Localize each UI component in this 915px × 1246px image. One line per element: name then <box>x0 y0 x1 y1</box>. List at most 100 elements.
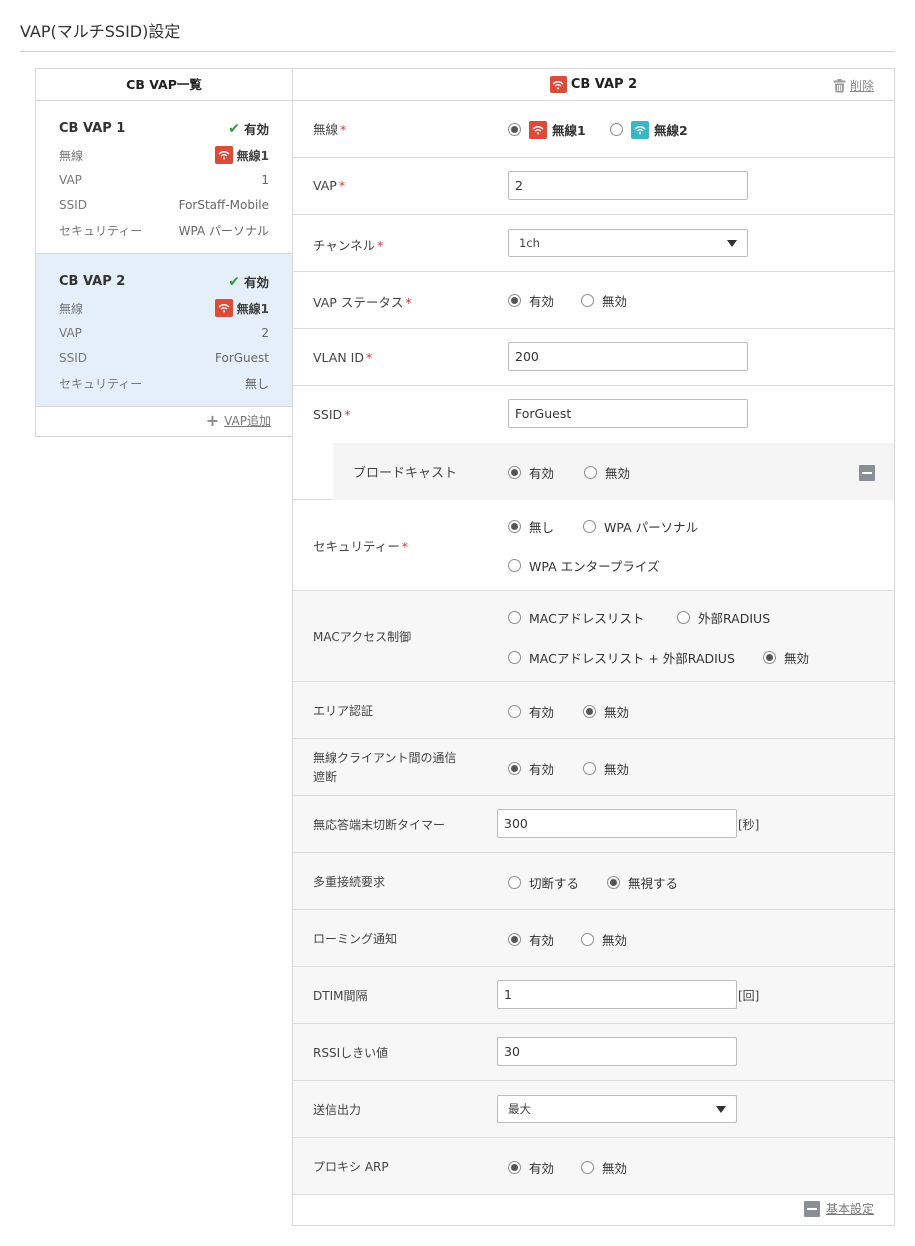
wifi-icon <box>214 299 233 317</box>
field-label: VAP * <box>313 178 346 193</box>
radio-option-security-none[interactable]: 無し <box>508 517 554 536</box>
radio-button[interactable] <box>677 611 690 624</box>
radio-label: 無線 <box>59 301 84 316</box>
radio-option-disabled[interactable]: 無効 <box>583 702 629 721</box>
radio-button[interactable] <box>583 705 596 718</box>
radio-button[interactable] <box>508 1161 521 1174</box>
ssid-input[interactable]: ForGuest <box>508 399 748 428</box>
vap-label: VAP <box>59 173 82 187</box>
radio-option-radio2[interactable]: 無線2 <box>610 120 688 139</box>
status-badge: ✔ 有効 <box>228 119 269 138</box>
radio-button[interactable] <box>584 466 597 479</box>
timer-input[interactable]: 300 <box>497 809 737 838</box>
field-label: VAP ステータス * <box>313 295 412 310</box>
vap-list-header: CB VAP一覧 <box>36 69 292 101</box>
radio-option-disabled[interactable]: 無効 <box>581 930 627 949</box>
radio-value: 無線1 <box>214 299 269 317</box>
radio-option-mac-radius[interactable]: 外部RADIUS <box>677 608 770 627</box>
radio-value-text: 無線1 <box>236 301 269 316</box>
radio-button[interactable] <box>581 294 594 307</box>
form-row-vap: VAP * 2 <box>293 158 894 215</box>
status-badge: ✔ 有効 <box>228 272 269 291</box>
tx-power-select[interactable]: 最大 <box>497 1095 737 1123</box>
vap-value: 1 <box>261 173 269 187</box>
dtim-input[interactable]: 1 <box>497 980 737 1009</box>
radio-button[interactable] <box>581 1161 594 1174</box>
radio-button[interactable] <box>508 611 521 624</box>
radio-option-disabled[interactable]: 無効 <box>581 291 627 310</box>
form-row-vlan: VLAN ID * 200 <box>293 329 894 386</box>
field-label: RSSIしきい値 <box>313 1046 389 1060</box>
radio-option-disabled[interactable]: 無効 <box>581 1158 627 1177</box>
form-row-vap-status: VAP ステータス * 有効 無効 <box>293 272 894 329</box>
radio-option-enabled[interactable]: 有効 <box>508 759 554 778</box>
add-vap-button[interactable]: + VAP追加 <box>206 412 271 429</box>
radio-option-enabled[interactable]: 有効 <box>508 930 554 949</box>
radio-option-disabled[interactable]: 無効 <box>584 463 630 482</box>
vap-item-name: CB VAP 1 <box>59 121 126 136</box>
radio-button[interactable] <box>583 520 596 533</box>
basic-settings-toggle[interactable]: 基本設定 <box>803 1200 874 1217</box>
radio-button[interactable] <box>508 876 521 889</box>
vap-input[interactable]: 2 <box>508 171 748 200</box>
field-label: 多重接続要求 <box>313 875 386 889</box>
timer-unit: [秒] <box>738 818 760 832</box>
tx-power-value: 最大 <box>508 1102 531 1116</box>
vap-label: VAP <box>59 326 82 340</box>
radio-option-enabled[interactable]: 有効 <box>508 702 554 721</box>
caret-down-icon <box>716 1106 726 1113</box>
wifi-icon <box>631 120 649 139</box>
radio-option-enabled[interactable]: 有効 <box>508 291 554 310</box>
radio-button[interactable] <box>610 123 623 136</box>
trash-icon <box>833 78 846 92</box>
collapse-icon[interactable] <box>859 465 875 481</box>
radio-button[interactable] <box>508 559 521 572</box>
radio-option-security-wpa-personal[interactable]: WPA パーソナル <box>583 517 698 536</box>
delete-button[interactable]: 削除 <box>833 77 874 94</box>
radio-button[interactable] <box>508 294 521 307</box>
radio-button[interactable] <box>508 651 521 664</box>
radio-option-mac-list-radius[interactable]: MACアドレスリスト + 外部RADIUS <box>508 648 735 667</box>
field-label: VLAN ID * <box>313 350 373 365</box>
radio-option-mac-list[interactable]: MACアドレスリスト <box>508 608 644 627</box>
broadcast-sub-row: ブロードキャスト 有効 無効 <box>333 443 894 500</box>
radio-button[interactable] <box>607 876 620 889</box>
form-row-roaming: ローミング通知 有効 無効 <box>293 910 894 967</box>
radio-option-disabled[interactable]: 無効 <box>583 759 629 778</box>
radio-option-disconnect[interactable]: 切断する <box>508 873 579 892</box>
radio-option-enabled[interactable]: 有効 <box>508 1158 554 1177</box>
add-vap-label: VAP追加 <box>224 414 271 428</box>
basic-settings-label: 基本設定 <box>825 1202 874 1216</box>
check-icon: ✔ <box>228 120 240 137</box>
radio-button[interactable] <box>508 933 521 946</box>
field-label: MACアクセス制御 <box>313 630 412 644</box>
channel-select[interactable]: 1ch <box>508 229 748 257</box>
radio-option-security-wpa-enterprise[interactable]: WPA エンタープライズ <box>508 556 660 575</box>
radio-button[interactable] <box>763 651 776 664</box>
radio-button[interactable] <box>508 705 521 718</box>
form-row-client-isolation: 無線クライアント間の通信 遮断 有効 無効 <box>293 739 894 796</box>
ssid-label: SSID <box>59 198 88 212</box>
form-row-multi-connection: 多重接続要求 切断する 無視する <box>293 853 894 910</box>
field-label: エリア認証 <box>313 704 374 718</box>
wifi-icon <box>549 76 567 93</box>
radio-button[interactable] <box>508 762 521 775</box>
vap-list-item[interactable]: CB VAP 1 ✔ 有効 無線 無線1 VAP 1 SSID ForStaff-… <box>36 101 292 254</box>
form-row-dtim: DTIM間隔 1 [回] <box>293 967 894 1024</box>
vap-list-item-selected[interactable]: CB VAP 2 ✔ 有効 無線 無線1 VAP 2 SSID ForGuest … <box>36 254 292 407</box>
wifi-icon <box>214 146 233 164</box>
radio-button[interactable] <box>508 520 521 533</box>
radio-button[interactable] <box>583 762 596 775</box>
radio-option-ignore[interactable]: 無視する <box>607 873 678 892</box>
radio-option-mac-disabled[interactable]: 無効 <box>763 648 809 667</box>
rssi-input[interactable]: 30 <box>497 1037 737 1066</box>
radio-option-enabled[interactable]: 有効 <box>508 463 554 482</box>
radio-button[interactable] <box>581 933 594 946</box>
status-text: 有効 <box>243 122 269 137</box>
radio-button[interactable] <box>508 123 521 136</box>
radio-button[interactable] <box>508 466 521 479</box>
broadcast-label: ブロードキャスト <box>353 466 458 481</box>
radio-option-radio1[interactable]: 無線1 <box>508 120 586 139</box>
field-label: SSID * <box>313 407 351 422</box>
vlan-id-input[interactable]: 200 <box>508 342 748 371</box>
